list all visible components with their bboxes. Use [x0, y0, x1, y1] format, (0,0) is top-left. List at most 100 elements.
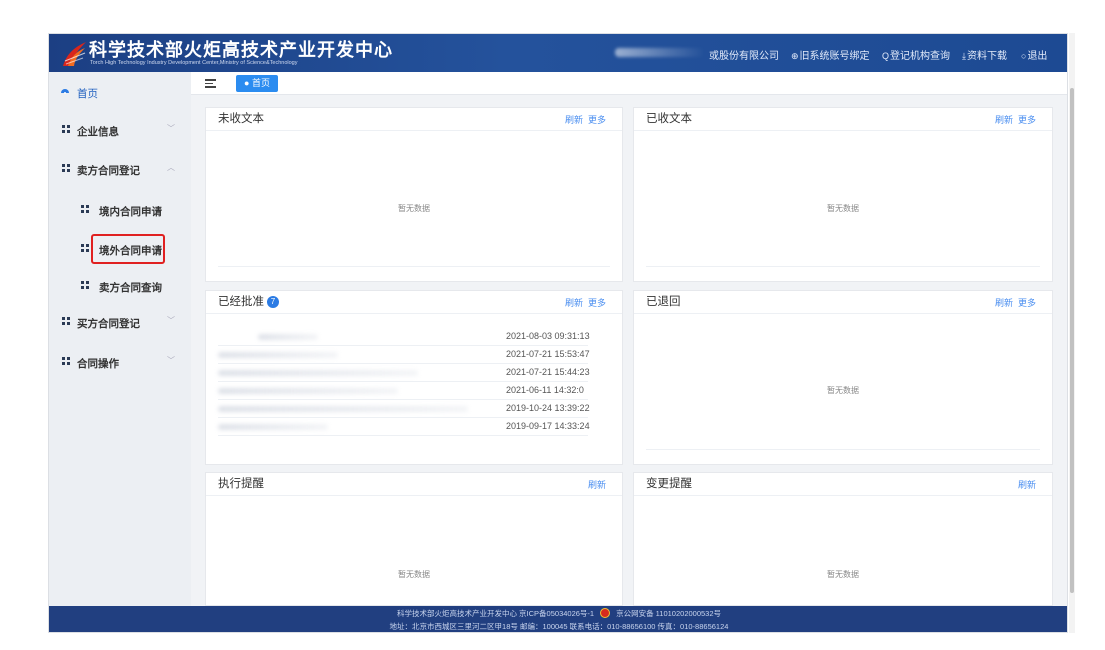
dashboard-icon [61, 89, 69, 94]
menu-toggle-icon[interactable] [205, 78, 217, 89]
empty-message: 暂无数据 [827, 570, 859, 579]
sidebar-item-contract-operations[interactable]: 合同操作 ﹀ [49, 350, 191, 376]
redacted-text [218, 370, 418, 376]
chevron-down-icon: ﹀ [167, 356, 175, 365]
divider [634, 313, 1052, 314]
sidebar-item-seller-query[interactable]: 卖方合同查询 [49, 274, 191, 300]
panel-title: 未收文本 [218, 113, 264, 125]
scrollbar[interactable] [1069, 33, 1075, 633]
company-name: 或股份有限公司 [709, 51, 779, 62]
panel-actions: 刷新 更多 [990, 296, 1036, 309]
sidebar-item-home[interactable]: 首页 [49, 80, 191, 106]
redacted-text [218, 406, 468, 412]
more-link[interactable]: 更多 [1018, 115, 1036, 125]
footer: 科学技术部火炬高技术产业开发中心 京ICP备05034026号-1 京公网安备 1… [49, 606, 1067, 632]
sidebar-item-company-info[interactable]: 企业信息 ﹀ [49, 118, 191, 144]
empty-message: 暂无数据 [827, 386, 859, 395]
top-header: 科学技术部火炬高技术产业开发中心 Torch High Technology I… [49, 34, 1067, 72]
refresh-link[interactable]: 刷新 [1018, 480, 1036, 490]
app-window: 科学技术部火炬高技术产业开发中心 Torch High Technology I… [48, 33, 1068, 633]
org-query-label: 登记机构查询 [890, 51, 951, 62]
tab-home[interactable]: ● 首页 [236, 75, 278, 92]
torch-logo [63, 42, 86, 66]
table-row[interactable]: 2019-10-24 13:39:22 [218, 400, 590, 418]
panel-actions: 刷新 更多 [990, 113, 1036, 126]
divider [206, 313, 622, 314]
panel-title: 已经批准 7 [218, 293, 279, 309]
panel-title-text: 已经批准 [218, 296, 264, 308]
tab-bar: ● 首页 [191, 72, 1067, 95]
grid-icon [81, 244, 89, 252]
grid-icon [62, 317, 70, 325]
download-link[interactable]: ⤓资料下载 [962, 47, 1007, 62]
table-row[interactable]: 2021-08-03 09:31:13 [218, 328, 590, 346]
more-link[interactable]: 更多 [1018, 298, 1036, 308]
timestamp: 2019-09-17 14:33:24 [506, 421, 590, 431]
sidebar-item-label: 买方合同登记 [77, 318, 140, 330]
refresh-link[interactable]: 刷新 [588, 480, 606, 490]
grid-icon [62, 125, 70, 133]
panel-execution-reminder: 执行提醒 刷新 暂无数据 [205, 472, 623, 606]
divider [634, 130, 1052, 131]
highlight-box [91, 234, 165, 264]
footer-icp: 科学技术部火炬高技术产业开发中心 京ICP备05034026号-1 [396, 609, 595, 618]
divider [206, 495, 622, 496]
sidebar-item-label: 合同操作 [77, 358, 119, 370]
sidebar: 首页 企业信息 ﹀ 卖方合同登记 ︿ 境内合同申请 境外合同申请 卖方合同查询 … [49, 72, 191, 606]
power-icon: ○ [1021, 51, 1027, 61]
footer-line-1: 科学技术部火炬高技术产业开发中心 京ICP备05034026号-1 京公网安备 1… [49, 608, 1067, 619]
table-row[interactable]: 2021-07-21 15:44:23 [218, 364, 590, 382]
count-badge: 7 [267, 296, 279, 308]
link-icon: ⊕ [791, 51, 799, 61]
refresh-link[interactable]: 刷新 [565, 115, 583, 125]
divider [646, 266, 1040, 267]
bind-account-link[interactable]: ⊕旧系统账号绑定 [791, 47, 870, 62]
grid-icon [81, 205, 89, 213]
panel-actions: 刷新 [1013, 478, 1036, 491]
timestamp: 2021-07-21 15:53:47 [506, 349, 590, 359]
scrollbar-thumb[interactable] [1070, 88, 1074, 593]
panel-unreceived-text: 未收文本 刷新 更多 暂无数据 [205, 107, 623, 282]
user-name-redacted [615, 48, 705, 57]
sidebar-item-label: 境内合同申请 [99, 206, 162, 218]
footer-security-record: 京公网安备 11010202000532号 [616, 609, 722, 618]
table-row[interactable]: 2021-06-11 14:32:0 [218, 382, 588, 400]
sidebar-item-label: 企业信息 [77, 126, 119, 138]
table-row[interactable]: 2021-07-21 15:53:47 [218, 346, 590, 364]
sidebar-item-domestic-contract[interactable]: 境内合同申请 [49, 198, 191, 224]
chevron-down-icon: ﹀ [167, 316, 175, 325]
download-icon: ⤓ [962, 51, 966, 61]
timestamp: 2021-08-03 09:31:13 [506, 331, 590, 341]
refresh-link[interactable]: 刷新 [565, 298, 583, 308]
panel-returned: 已退回 刷新 更多 暂无数据 [633, 290, 1053, 465]
sidebar-item-seller-registration[interactable]: 卖方合同登记 ︿ [49, 157, 191, 183]
redacted-text [218, 352, 338, 358]
redacted-text [218, 424, 328, 430]
police-emblem-icon [600, 608, 611, 618]
divider [646, 449, 1040, 450]
empty-message: 暂无数据 [398, 204, 430, 213]
timestamp: 2021-07-21 15:44:23 [506, 367, 590, 377]
site-title: 科学技术部火炬高技术产业开发中心 [89, 40, 393, 60]
panel-actions: 刷新 [583, 478, 606, 491]
refresh-link[interactable]: 刷新 [995, 298, 1013, 308]
sidebar-item-buyer-registration[interactable]: 买方合同登记 ﹀ [49, 310, 191, 336]
download-label: 资料下载 [966, 51, 1007, 62]
panel-title: 已退回 [646, 296, 681, 308]
more-link[interactable]: 更多 [588, 115, 606, 125]
grid-icon [62, 357, 70, 365]
redacted-text [258, 334, 318, 340]
panel-actions: 刷新 更多 [560, 113, 606, 126]
org-query-link[interactable]: Q登记机构查询 [882, 47, 950, 62]
logout-label: 退出 [1027, 51, 1048, 62]
panel-actions: 刷新 更多 [560, 296, 606, 309]
bind-account-label: 旧系统账号绑定 [799, 51, 870, 62]
table-row[interactable]: 2019-09-17 14:33:24 [218, 418, 590, 436]
refresh-link[interactable]: 刷新 [995, 115, 1013, 125]
more-link[interactable]: 更多 [588, 298, 606, 308]
panel-title: 变更提醒 [646, 478, 692, 490]
sidebar-item-label: 卖方合同查询 [99, 282, 162, 294]
divider [206, 130, 622, 131]
panel-title: 已收文本 [646, 113, 692, 125]
logout-link[interactable]: ○退出 [1021, 47, 1047, 62]
